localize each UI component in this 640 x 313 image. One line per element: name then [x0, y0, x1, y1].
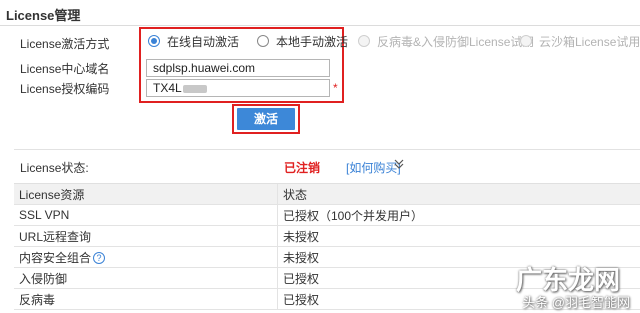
help-icon[interactable]: ? — [93, 252, 106, 265]
table-header-row: License资源 状态 — [14, 183, 640, 205]
page-title: License管理 — [6, 8, 81, 23]
resource-cell: 反病毒 — [14, 288, 278, 310]
table-row: SSL VPN 已授权（100个并发用户） — [14, 204, 640, 226]
radio-disabled-icon — [358, 35, 370, 47]
required-mark: * — [333, 81, 338, 95]
redacted-mask — [182, 84, 207, 93]
resource-cell-text: 内容安全组合 — [19, 250, 92, 265]
radio-online-activation[interactable]: 在线自动激活 — [148, 33, 239, 49]
status-cell: 已授权（100个并发用户） — [277, 204, 640, 226]
radio-label: 本地手动激活 — [276, 34, 349, 49]
auth-code-input[interactable]: TX4L — [146, 79, 330, 97]
center-domain-input[interactable]: sdplsp.huawei.com — [146, 59, 330, 77]
resource-cell: 入侵防御 — [14, 267, 278, 289]
radio-disabled-icon — [520, 35, 532, 47]
license-status-value: 已注销 — [284, 161, 321, 175]
activate-button[interactable]: 激活 — [237, 108, 295, 130]
table-row: URL远程查询 未授权 — [14, 225, 640, 247]
radio-sandbox-trial: 云沙箱License试用 — [520, 33, 640, 49]
resource-cell: URL远程查询 — [14, 225, 278, 247]
section-divider — [14, 149, 640, 150]
radio-label: 云沙箱License试用 — [539, 34, 640, 49]
radio-unchecked-icon[interactable] — [257, 35, 269, 47]
resource-cell: SSL VPN — [14, 204, 278, 226]
license-status-label: License状态: — [20, 161, 89, 175]
title-divider — [0, 25, 640, 26]
column-header-status: 状态 — [277, 183, 640, 205]
how-to-buy-link[interactable]: [如何购买] — [346, 159, 401, 176]
radio-checked-icon[interactable] — [148, 35, 160, 47]
center-domain-label: License中心域名 — [20, 62, 110, 76]
auth-code-value: TX4L — [153, 81, 182, 95]
radio-label: 反病毒&入侵防御License试用 — [377, 34, 535, 49]
watermark-subtitle: 头条 @羽毛智能网 — [522, 295, 630, 310]
resource-cell-with-help: 内容安全组合? — [14, 246, 278, 268]
radio-label: 在线自动激活 — [167, 34, 240, 49]
status-cell: 未授权 — [277, 225, 640, 247]
column-header-resource: License资源 — [14, 183, 278, 205]
auth-code-label: License授权编码 — [20, 82, 110, 96]
radio-manual-activation[interactable]: 本地手动激活 — [257, 33, 348, 49]
double-chevron-down-icon[interactable] — [394, 158, 404, 173]
activation-mode-label: License激活方式 — [20, 37, 110, 51]
radio-av-ips-trial: 反病毒&入侵防御License试用 — [358, 33, 534, 49]
